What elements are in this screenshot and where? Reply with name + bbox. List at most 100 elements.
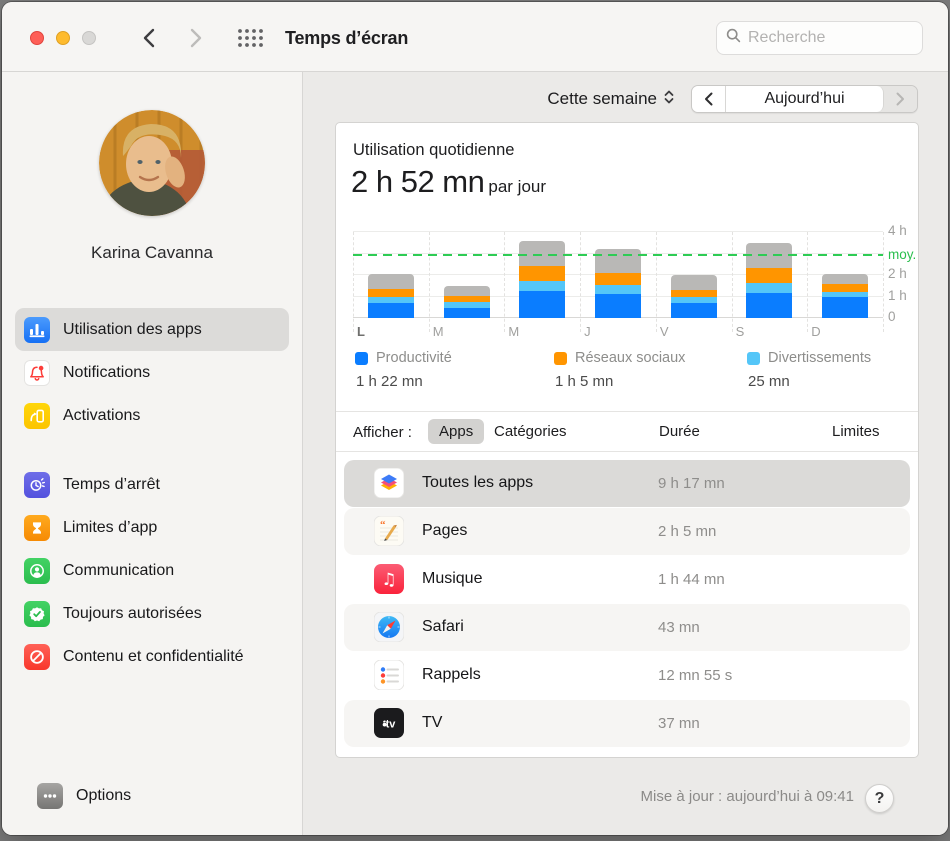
- sidebar-item-label: Contenu et confidentialité: [63, 647, 244, 665]
- all-apps-icon: [374, 468, 404, 498]
- search-field[interactable]: [716, 21, 923, 55]
- last-updated-text: Mise à jour : aujourd’hui à 09:41: [640, 788, 854, 805]
- gridline-vertical: [580, 232, 582, 332]
- window-title: Temps d’écran: [285, 28, 409, 48]
- chart-bar[interactable]: [519, 240, 566, 318]
- day-label: D: [811, 324, 821, 339]
- always-allowed-icon: [24, 600, 50, 627]
- table-row-music[interactable]: ♫ Musique 1 h 44 mn: [344, 556, 910, 603]
- chart-bar-segment: [822, 274, 869, 285]
- table-row-pages[interactable]: “ Pages 2 h 5 mn: [344, 508, 910, 555]
- table-row-reminders[interactable]: Rappels 12 mn 55 s: [344, 652, 910, 699]
- sidebar: Karina Cavanna Utilisation des apps Noti…: [2, 72, 303, 835]
- chart-bar[interactable]: [670, 274, 717, 318]
- period-label: Cette semaine: [547, 89, 657, 108]
- legend-swatch-social: [554, 351, 567, 365]
- tab-categories[interactable]: Catégories: [494, 423, 567, 440]
- app-duration: 43 mn: [658, 619, 700, 636]
- chart-y-axis: 4 h 2 h 1 h 0 moy.: [888, 223, 922, 324]
- pages-icon: “: [374, 516, 404, 546]
- chart-bar-segment: [367, 289, 414, 297]
- help-button[interactable]: ?: [865, 784, 894, 813]
- sidebar-item-app-limits[interactable]: Limites d’app: [15, 506, 289, 549]
- day-label: S: [735, 324, 745, 339]
- gridline-vertical: [655, 232, 657, 332]
- chart-legend: Productivité 1 h 22 mn Réseaux sociaux 1…: [336, 350, 918, 406]
- chart-bar-segment: [670, 302, 717, 318]
- sidebar-item-downtime[interactable]: Temps d’arrêt: [15, 463, 289, 506]
- column-header-duration: Durée: [659, 423, 700, 440]
- legend-label: Productivité: [376, 350, 452, 366]
- content-privacy-icon: [24, 643, 50, 670]
- sidebar-item-communication[interactable]: Communication: [15, 549, 289, 592]
- sidebar-item-label: Utilisation des apps: [63, 320, 202, 338]
- search-icon: [726, 28, 741, 48]
- chart-bar-segment: [595, 249, 641, 274]
- date-navigation: Aujourd’hui: [691, 85, 918, 113]
- back-button[interactable]: [136, 26, 160, 50]
- chart-bar-segment: [822, 296, 869, 318]
- y-axis-tick: 2 h: [888, 266, 907, 281]
- titlebar: Temps d’écran: [2, 2, 948, 72]
- day-label: L: [357, 324, 365, 339]
- close-button[interactable]: [30, 31, 44, 45]
- content-pane: Cette semaine Aujourd’hui Utilisation qu…: [303, 72, 948, 835]
- tab-apps[interactable]: Apps: [428, 419, 485, 444]
- app-name: Toutes les apps: [422, 474, 534, 491]
- gridline-vertical: [353, 232, 354, 332]
- app-name: TV: [422, 714, 443, 731]
- today-button[interactable]: Aujourd’hui: [726, 86, 884, 112]
- average-label: moy.: [888, 247, 917, 263]
- gridline-vertical: [883, 232, 884, 332]
- chart-bar[interactable]: [822, 274, 869, 318]
- app-limits-icon: [24, 514, 50, 541]
- sidebar-toggle-grid-icon[interactable]: [236, 27, 266, 49]
- day-label: J: [584, 324, 591, 339]
- legend-label: Divertissements: [768, 350, 872, 366]
- downtime-icon: [24, 471, 50, 498]
- app-list: Toutes les apps 9 h 17 mn “ Pages 2 h 5 …: [336, 460, 918, 748]
- legend-swatch-productivity: [355, 351, 368, 365]
- sidebar-nav: Utilisation des apps Notifications Activ…: [2, 308, 302, 678]
- sidebar-item-label: Communication: [63, 561, 175, 579]
- usage-chart-plot: LMMJVSD: [353, 231, 884, 339]
- sidebar-item-content-privacy[interactable]: Contenu et confidentialité: [15, 635, 289, 678]
- sidebar-item-always-allowed[interactable]: Toujours autorisées: [15, 592, 289, 635]
- legend-value: 1 h 5 mn: [555, 373, 614, 390]
- period-selector[interactable]: Cette semaine: [547, 89, 675, 110]
- chart-bar[interactable]: [595, 249, 641, 318]
- sidebar-item-label: Activations: [63, 406, 141, 424]
- gridline-vertical: [428, 232, 430, 332]
- minimize-button[interactable]: [56, 31, 70, 45]
- chart-bar-segment: [746, 268, 793, 284]
- usage-title: Utilisation quotidienne: [353, 141, 515, 159]
- zoom-button: [82, 31, 96, 45]
- column-header-limits: Limites: [832, 423, 880, 440]
- sidebar-item-app-usage[interactable]: Utilisation des apps: [15, 308, 289, 351]
- filter-label: Afficher :: [353, 424, 412, 441]
- tv-icon: tv: [374, 708, 404, 738]
- previous-period-button[interactable]: [692, 86, 726, 112]
- legend-item: Productivité 1 h 22 mn: [355, 350, 452, 390]
- usage-card: Utilisation quotidienne 2 h 52 mn par jou…: [335, 122, 919, 758]
- chart-bar-segment: [595, 273, 641, 286]
- chart-bar-segment: [595, 294, 641, 318]
- legend-item: Réseaux sociaux 1 h 5 mn: [554, 350, 685, 390]
- gridline-horizontal: [353, 231, 883, 232]
- user-name: Karina Cavanna: [91, 243, 213, 262]
- sidebar-item-notifications[interactable]: Notifications: [15, 351, 289, 394]
- sidebar-item-label: Limites d’app: [63, 518, 158, 536]
- chart-bar-segment: [746, 283, 793, 294]
- legend-swatch-entertainment: [747, 351, 760, 365]
- legend-label: Réseaux sociaux: [575, 350, 686, 366]
- svg-text:“: “: [380, 519, 386, 531]
- legend-value: 25 mn: [748, 373, 790, 390]
- sidebar-item-pickups[interactable]: Activations: [15, 394, 289, 437]
- sidebar-item-options[interactable]: Options: [28, 774, 276, 817]
- table-row-tv[interactable]: tv TV 37 mn: [344, 700, 910, 747]
- table-row-all-apps[interactable]: Toutes les apps 9 h 17 mn: [344, 460, 910, 507]
- chart-bar[interactable]: [443, 285, 490, 318]
- table-row-safari[interactable]: Safari 43 mn: [344, 604, 910, 651]
- chart-bar[interactable]: [367, 274, 414, 318]
- search-input[interactable]: [748, 29, 913, 47]
